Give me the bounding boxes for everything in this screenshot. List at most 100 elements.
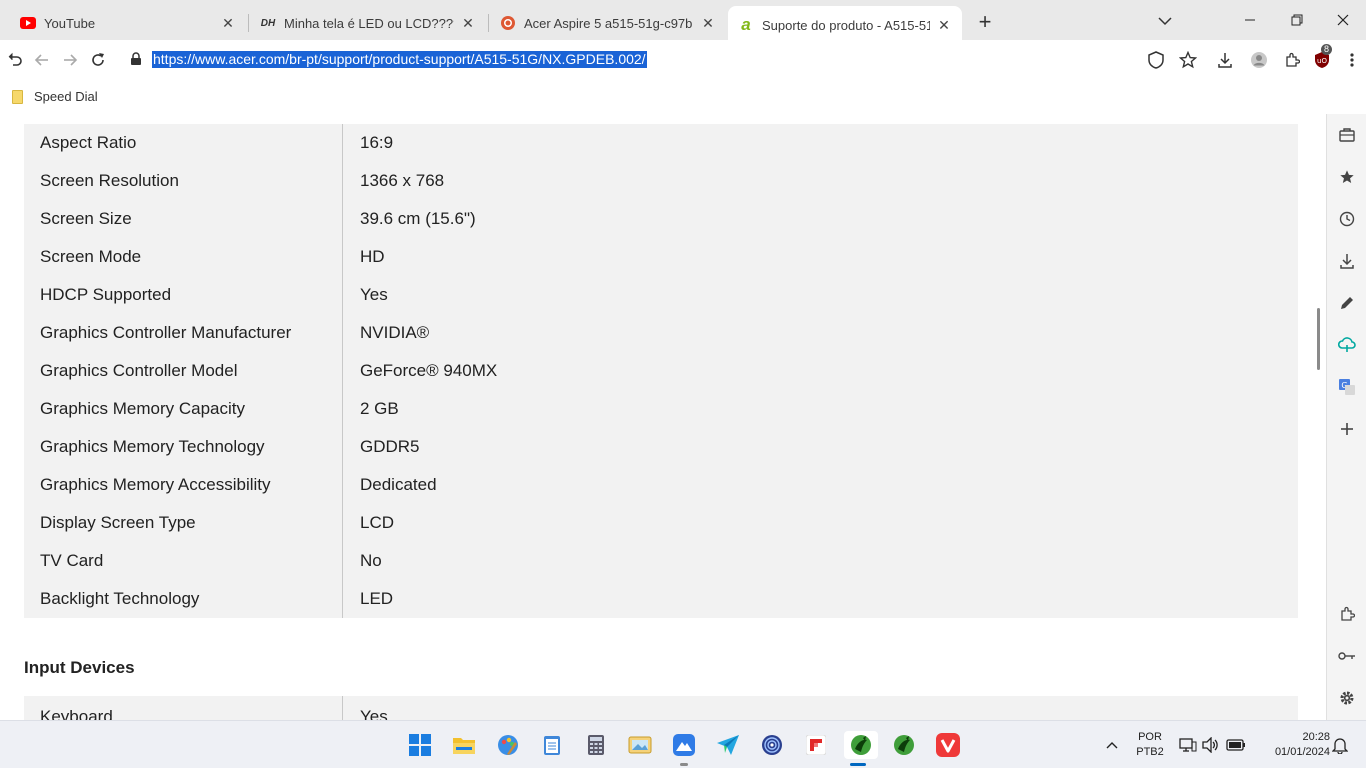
network-radar-icon[interactable]: [758, 731, 786, 759]
spec-value: 16:9: [342, 124, 1298, 162]
clock[interactable]: 20:28 01/01/2024: [1256, 730, 1330, 760]
tab-close-icon[interactable]: ✕: [700, 15, 716, 31]
spec-key: TV Card: [40, 551, 104, 570]
key-icon[interactable]: [1337, 646, 1357, 666]
tab-duckduckgo[interactable]: Acer Aspire 5 a515-51g-c97b at Du ✕: [490, 6, 726, 40]
page-scrollbar[interactable]: [1316, 114, 1326, 720]
volume-icon[interactable]: [1197, 731, 1225, 759]
table-row: Graphics Memory Accessibility Dedicated: [24, 466, 1298, 504]
spec-value: GeForce® 940MX: [342, 352, 1298, 390]
table-row: TV Card No: [24, 542, 1298, 580]
table-row: Aspect Ratio 16:9: [24, 124, 1298, 162]
downloads-icon[interactable]: [1337, 251, 1357, 271]
minimize-button[interactable]: [1240, 10, 1260, 30]
flipboard-icon[interactable]: [802, 731, 830, 759]
input-language-indicator[interactable]: POR PTB2: [1132, 730, 1168, 760]
spec-value: GDDR5: [342, 428, 1298, 466]
taskbar: POR PTB2 20:28 01/01/2024: [0, 720, 1366, 768]
start-windows-icon[interactable]: [406, 731, 434, 759]
app-mountains-icon[interactable]: [670, 731, 698, 766]
profile-avatar-icon[interactable]: [1249, 50, 1269, 70]
file-explorer-icon[interactable]: [450, 731, 478, 759]
input-devices-table: Keyboard Yes: [24, 696, 1298, 720]
bookmark-speed-dial[interactable]: Speed Dial: [12, 89, 98, 104]
close-window-button[interactable]: [1333, 10, 1353, 30]
notepad-icon[interactable]: [538, 731, 566, 759]
browser-icon[interactable]: [890, 731, 918, 759]
favorites-star-icon[interactable]: [1337, 167, 1357, 187]
tab-youtube[interactable]: YouTube ✕: [10, 6, 246, 40]
bookmark-star-icon[interactable]: [1178, 50, 1198, 70]
tab-search-chevron-icon[interactable]: [1156, 12, 1174, 30]
bookmark-label: Speed Dial: [34, 89, 98, 104]
new-tab-button[interactable]: +: [974, 11, 996, 33]
table-row: Graphics Memory Capacity 2 GB: [24, 390, 1298, 428]
tray-chevron-up-icon[interactable]: [1098, 731, 1126, 759]
forward-icon[interactable]: [60, 50, 80, 70]
settings-gear-icon[interactable]: [1337, 688, 1357, 708]
cloud-sync-icon[interactable]: [1337, 335, 1357, 355]
translate-icon[interactable]: G: [1337, 377, 1357, 397]
paper-plane-icon[interactable]: [714, 731, 742, 759]
pencil-icon[interactable]: [1337, 293, 1357, 313]
tab-close-icon[interactable]: ✕: [220, 15, 236, 31]
tab-acer-support[interactable]: a Suporte do produto - A515-51G | A ✕: [728, 6, 962, 44]
tab-title: Acer Aspire 5 a515-51g-c97b at Du: [524, 15, 694, 31]
ublock-icon[interactable]: uO 8: [1312, 44, 1333, 70]
section-title-input-devices: Input Devices: [24, 658, 135, 677]
duckduckgo-icon: [500, 15, 516, 31]
spec-key: Graphics Controller Manufacturer: [40, 323, 292, 342]
running-indicator: [680, 763, 688, 766]
language-code: POR: [1138, 731, 1162, 743]
url-field[interactable]: https://www.acer.com/br-pt/support/produ…: [152, 51, 647, 68]
table-row: Screen Size 39.6 cm (15.6"): [24, 200, 1298, 238]
tab-separator: [248, 14, 249, 32]
vivaldi-icon[interactable]: [934, 731, 962, 759]
spec-key: Graphics Memory Technology: [40, 437, 265, 456]
download-icon[interactable]: [1215, 50, 1235, 70]
extensions-icon[interactable]: [1337, 604, 1357, 624]
undo-close-icon[interactable]: [5, 50, 25, 70]
reload-icon[interactable]: [88, 50, 108, 70]
spec-key: Screen Resolution: [40, 171, 179, 190]
restore-button[interactable]: [1287, 10, 1307, 30]
briefcase-icon[interactable]: [1337, 125, 1357, 145]
add-panel-icon[interactable]: [1337, 419, 1357, 439]
spec-value: NVIDIA®: [342, 314, 1298, 352]
notifications-bell-icon[interactable]: [1326, 731, 1354, 759]
clock-time: 20:28: [1302, 731, 1330, 743]
back-icon[interactable]: [32, 50, 52, 70]
tab-separator: [488, 14, 489, 32]
battery-icon[interactable]: [1222, 731, 1250, 759]
scrollbar-thumb[interactable]: [1317, 308, 1320, 370]
side-panel: G: [1326, 114, 1366, 720]
spec-value: Dedicated: [342, 466, 1298, 504]
tab-led-lcd[interactable]: DH Minha tela é LED ou LCD???? - No ✕: [250, 6, 486, 40]
spec-value: Yes: [342, 696, 1298, 720]
bookmarks-bar: Speed Dial: [0, 80, 1366, 114]
browser-active-icon[interactable]: [844, 731, 878, 766]
tab-title: Minha tela é LED ou LCD???? - No: [284, 15, 454, 31]
spec-value: LCD: [342, 504, 1298, 542]
calculator-icon[interactable]: [582, 731, 610, 759]
spec-key: Keyboard: [40, 707, 113, 720]
tab-title: YouTube: [44, 15, 96, 31]
lock-icon[interactable]: [130, 52, 142, 66]
table-row: Graphics Controller Manufacturer NVIDIA®: [24, 314, 1298, 352]
spec-key: Screen Size: [40, 209, 132, 228]
tab-strip: YouTube ✕ DH Minha tela é LED ou LCD????…: [0, 0, 1366, 44]
shield-icon[interactable]: [1146, 50, 1166, 70]
keyboard-layout: PTB2: [1136, 746, 1164, 758]
tab-close-icon[interactable]: ✕: [460, 15, 476, 31]
folder-icon: [12, 89, 23, 104]
menu-kebab-icon[interactable]: [1342, 50, 1362, 70]
youtube-icon: [20, 15, 36, 31]
extensions-puzzle-icon[interactable]: [1282, 50, 1302, 70]
history-clock-icon[interactable]: [1337, 209, 1357, 229]
spec-key: Display Screen Type: [40, 513, 196, 532]
photos-icon[interactable]: [626, 731, 654, 759]
spec-key: HDCP Supported: [40, 285, 172, 304]
svg-text:uO: uO: [1317, 57, 1327, 65]
paint-icon[interactable]: [494, 731, 522, 759]
tab-close-icon[interactable]: ✕: [936, 17, 952, 33]
